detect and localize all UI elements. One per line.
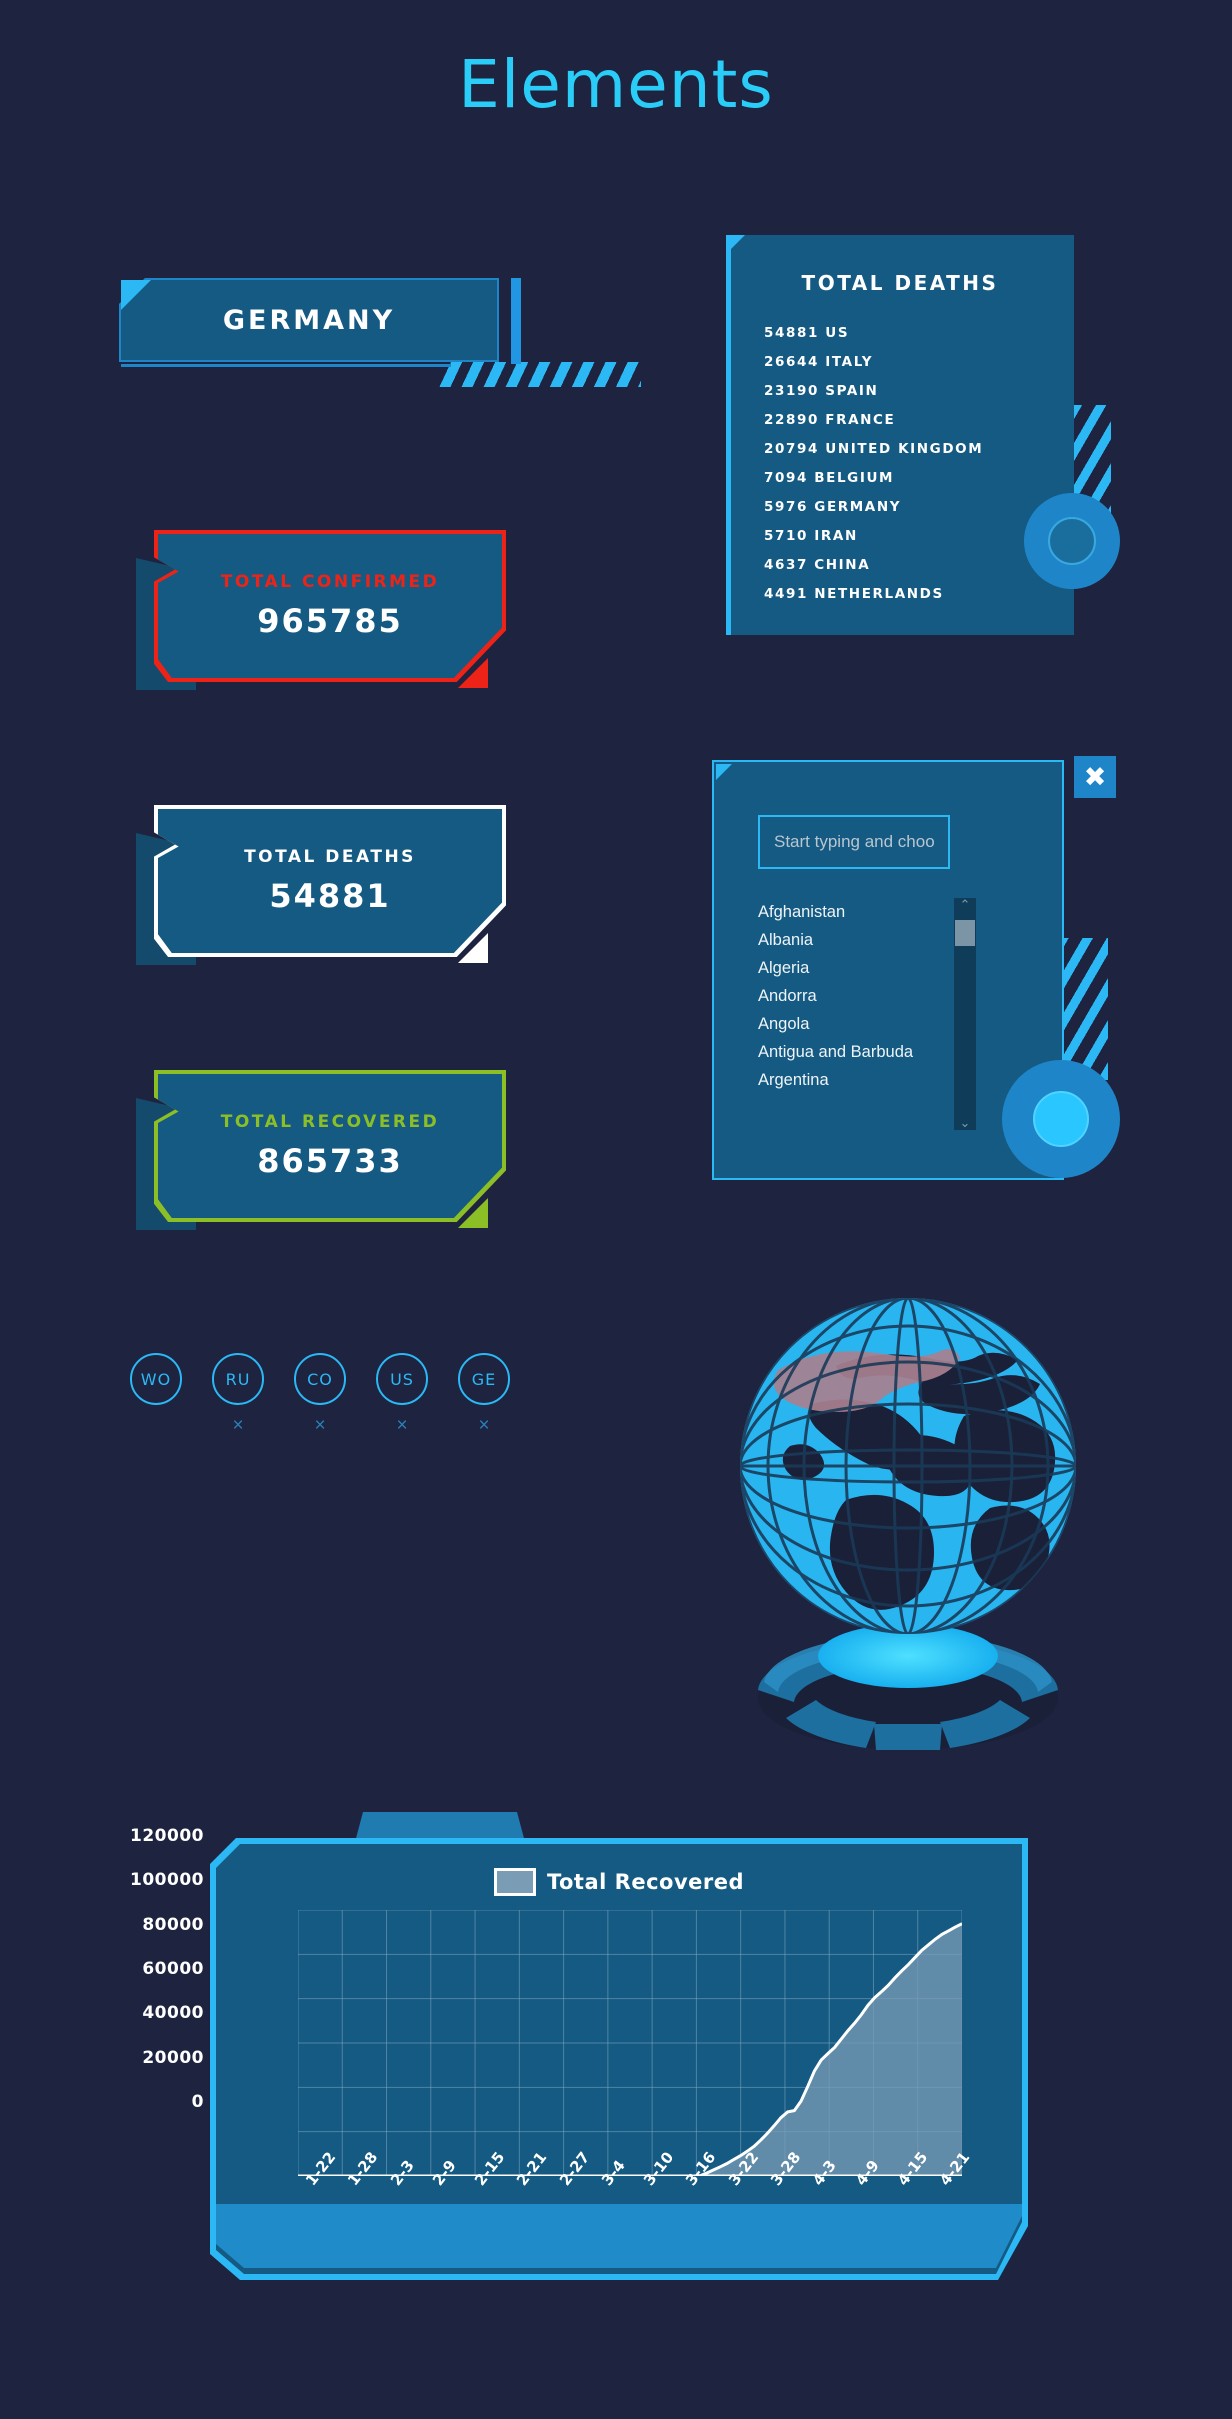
list-panel-title: TOTAL DEATHS	[801, 271, 999, 295]
globe-visualization[interactable]	[716, 1278, 1100, 1758]
y-tick-label: 100000	[130, 1870, 204, 1891]
country-toggle-ru[interactable]: RU ×	[212, 1353, 264, 1435]
y-tick-label: 120000	[130, 1826, 204, 1846]
deaths-list-item: 7094 BELGIUM	[764, 470, 895, 486]
country-search-input[interactable]	[758, 815, 950, 869]
remove-icon[interactable]: ×	[396, 1416, 407, 1435]
country-chip[interactable]: GERMANY	[119, 278, 641, 388]
dropdown-knob[interactable]	[1002, 1060, 1120, 1178]
toggle-badge[interactable]: WO	[130, 1353, 182, 1405]
card-title: TOTAL RECOVERED	[220, 1112, 440, 1132]
country-toggle-co[interactable]: CO ×	[294, 1353, 346, 1435]
deaths-list-item: 5710 IRAN	[764, 528, 858, 544]
deaths-list-item: 4491 NETHERLANDS	[764, 586, 944, 602]
y-tick-label: 80000	[142, 1914, 204, 1935]
card-frame: TOTAL RECOVERED 865733	[154, 1070, 506, 1222]
remove-icon[interactable]: ×	[314, 1416, 325, 1435]
card-inner: TOTAL RECOVERED 865733	[158, 1074, 502, 1218]
country-toggle-row: WO× RU × CO × US × GE ×	[130, 1353, 510, 1435]
card-inner: TOTAL DEATHS 54881	[158, 809, 502, 953]
card-title: TOTAL DEATHS	[244, 847, 416, 867]
legend-label: Total Recovered	[546, 1870, 745, 1894]
deaths-list-item: 23190 SPAIN	[764, 383, 879, 399]
remove-icon[interactable]: ×	[232, 1416, 243, 1435]
elements-board: Elements GERMANY TOTAL CONFIRMED 965785 TO…	[0, 0, 1232, 2419]
chart-svg	[297, 1909, 963, 2178]
card-value: 865733	[257, 1142, 403, 1180]
chart-legend: Total Recovered	[210, 1868, 1028, 1896]
toggle-badge[interactable]: US	[376, 1353, 428, 1405]
card-title: TOTAL CONFIRMED	[220, 572, 440, 592]
country-select-panel: Afghanistan Albania Algeria Andorra Angola An…	[712, 756, 1120, 1180]
country-option[interactable]: Afghanistan	[758, 902, 936, 923]
globe-base-ring	[758, 1624, 1058, 1750]
toggle-badge[interactable]: GE	[458, 1353, 510, 1405]
card-inner: TOTAL CONFIRMED 965785	[158, 534, 502, 678]
globe-svg	[740, 1298, 1076, 1750]
dropdown-scrollbar-thumb[interactable]	[955, 920, 975, 946]
y-tick-label: 0	[191, 2092, 204, 2112]
total-deaths-list-panel: TOTAL DEATHS 54881 US 26644 ITALY 23190 SP…	[726, 235, 1120, 635]
deaths-ranking-list: 54881 US 26644 ITALY 23190 SPAIN 22890 FRAN…	[764, 319, 983, 609]
card-value: 965785	[257, 602, 403, 640]
country-option-list: Afghanistan Albania Algeria Andorra Angola An…	[758, 902, 936, 1091]
deaths-list-item: 54881 US	[764, 325, 850, 341]
total-recovered-card: TOTAL RECOVERED 865733	[136, 1070, 506, 1230]
chip-hatch-decoration	[429, 362, 641, 387]
chart-y-axis-labels: 0 20000 40000 60000 80000 100000 120000	[124, 1826, 204, 2112]
deaths-list-item: 4637 CHINA	[764, 557, 871, 573]
chip-right-bar	[511, 278, 521, 364]
scroll-up-icon[interactable]: ⌃	[960, 898, 971, 912]
country-toggle-ge[interactable]: GE ×	[458, 1353, 510, 1435]
toggle-badge[interactable]: RU	[212, 1353, 264, 1405]
total-confirmed-card: TOTAL CONFIRMED 965785	[136, 530, 506, 690]
country-chip-label: GERMANY	[222, 304, 396, 336]
chart-x-axis-labels: 1-22 1-28 2-3 2-9 2-15 2-21 2-27 3-4 3-10 3-16 3-2…	[298, 2148, 973, 2258]
chart-plot-area	[297, 1909, 963, 2178]
chart-panel-tab	[355, 1812, 525, 1842]
country-toggle-wo[interactable]: WO×	[130, 1353, 182, 1435]
card-frame: TOTAL CONFIRMED 965785	[154, 530, 506, 682]
remove-icon[interactable]: ×	[478, 1416, 489, 1435]
y-tick-label: 60000	[142, 1959, 204, 1979]
total-deaths-card: TOTAL DEATHS 54881	[136, 805, 506, 965]
country-option[interactable]: Antigua and Barbuda	[758, 1042, 936, 1063]
chip-underline	[121, 364, 451, 367]
scroll-down-icon[interactable]: ⌄	[960, 1116, 971, 1130]
deaths-list-item: 5976 GERMANY	[764, 499, 902, 515]
country-option[interactable]: Algeria	[758, 958, 936, 979]
legend-swatch	[493, 1868, 536, 1896]
dropdown-knob-core	[1033, 1091, 1089, 1147]
page-title: Elements	[458, 46, 774, 123]
y-tick-label: 20000	[142, 2047, 204, 2068]
y-tick-label: 40000	[142, 2003, 204, 2024]
chart-area-fill	[298, 1923, 962, 2176]
country-option[interactable]: Angola	[758, 1014, 936, 1035]
country-option[interactable]: Argentina	[758, 1070, 936, 1091]
toggle-badge[interactable]: CO	[294, 1353, 346, 1405]
country-option[interactable]: Albania	[758, 930, 936, 951]
deaths-list-item: 26644 ITALY	[764, 354, 874, 370]
country-option[interactable]: Andorra	[758, 986, 936, 1007]
globe-sphere	[740, 1298, 1076, 1634]
close-icon[interactable]: ✖	[1074, 756, 1116, 798]
card-value: 54881	[269, 877, 391, 915]
list-panel-knob[interactable]	[1024, 493, 1120, 589]
recovered-chart-panel: Total Recovered 0 20000 40000 60000 80000 100…	[130, 1812, 1028, 2280]
country-toggle-us[interactable]: US ×	[376, 1353, 428, 1435]
deaths-list-item: 22890 FRANCE	[764, 412, 896, 428]
deaths-list-item: 20794 UNITED KINGDOM	[764, 441, 984, 457]
list-panel-knob-core	[1048, 517, 1096, 565]
card-frame: TOTAL DEATHS 54881	[154, 805, 506, 957]
dropdown-corner-notch	[716, 764, 732, 780]
